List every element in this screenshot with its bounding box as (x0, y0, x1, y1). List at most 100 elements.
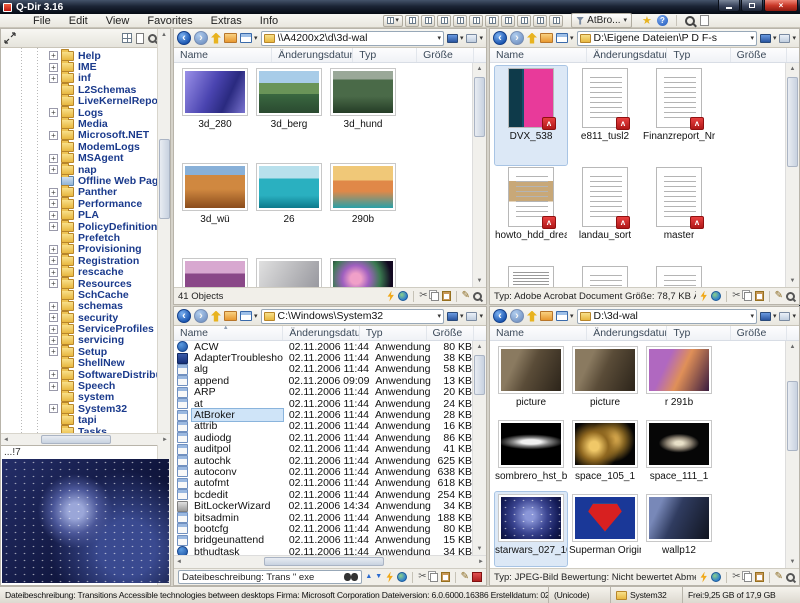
up-button[interactable] (211, 33, 221, 44)
tree-item[interactable]: +Performance (1, 198, 170, 209)
pencil-icon[interactable]: ✎ (775, 291, 783, 301)
flash-icon[interactable] (699, 291, 708, 302)
monitor-button[interactable]: ▾ (760, 34, 777, 43)
expander-icon[interactable]: + (49, 404, 58, 413)
expander-icon[interactable]: + (49, 279, 58, 288)
file-row[interactable]: audiodg02.11.2006 11:44Anwendung86 KB (174, 432, 472, 443)
expander-icon[interactable]: + (49, 154, 58, 163)
tree-item[interactable]: system (1, 392, 170, 403)
column-name[interactable]: Name (490, 48, 587, 62)
layout-button[interactable] (485, 15, 499, 27)
column-type[interactable]: Typ (667, 48, 730, 62)
layout-button[interactable] (437, 15, 451, 27)
tree-item[interactable]: +security (1, 312, 170, 323)
column-name[interactable]: Name (174, 48, 272, 62)
help-icon[interactable]: ? (657, 15, 668, 26)
quick-filter-dropdown[interactable]: AtBro...▾ (571, 13, 632, 28)
file-thumbnail[interactable]: 290b (327, 161, 399, 256)
views-button[interactable]: ▾ (240, 33, 258, 43)
folder-tools-button[interactable]: ▾ (779, 312, 796, 321)
address-box[interactable]: D:\3d-wal ▾ (577, 309, 757, 324)
flash-icon[interactable] (386, 291, 395, 302)
expander-icon[interactable]: + (49, 211, 58, 220)
file-thumbnail[interactable]: wharton_1024_768... (495, 566, 567, 568)
tree-item[interactable]: +PolicyDefinitions (1, 221, 170, 232)
up-button[interactable] (211, 311, 221, 322)
zoom-icon[interactable] (786, 292, 795, 301)
expander-icon[interactable]: + (49, 347, 58, 356)
tree-item[interactable]: +Resources (1, 278, 170, 289)
tree-item[interactable]: tapi (1, 415, 170, 426)
monitor-button[interactable]: ▾ (447, 312, 464, 321)
pane3-scrollbar[interactable]: ▲ ▼ (472, 341, 486, 555)
file-row[interactable]: ARP02.11.2006 11:44Anwendung20 KB (174, 387, 472, 398)
favorites-star-icon[interactable]: ★ (642, 16, 652, 26)
layout-button[interactable] (517, 15, 531, 27)
layout-button[interactable] (501, 15, 515, 27)
tree-item[interactable]: +MSAgent (1, 153, 170, 164)
favorites-folder-icon[interactable] (540, 33, 553, 43)
expander-icon[interactable]: + (49, 256, 58, 265)
file-thumbnail[interactable]: 3d_wü (179, 161, 251, 256)
address-dropdown-icon[interactable]: ▾ (750, 313, 754, 320)
layout-button[interactable] (421, 15, 435, 27)
pdf-thumbnail[interactable]: ʌopensource_und_li... (569, 264, 641, 287)
copy-icon[interactable] (744, 573, 752, 582)
search-binoculars-icon[interactable] (344, 573, 358, 582)
cut-icon[interactable]: ✂ (732, 572, 740, 582)
expander-icon[interactable]: + (49, 245, 58, 254)
favorites-folder-icon[interactable] (540, 311, 553, 321)
expander-icon[interactable]: + (49, 131, 58, 140)
file-row[interactable]: auditpol02.11.2006 11:44Anwendung41 KB (174, 444, 472, 455)
layout-button[interactable] (533, 15, 547, 27)
expander-icon[interactable]: + (49, 302, 58, 311)
file-thumbnail[interactable]: wallp12 (643, 492, 715, 566)
pane3-horizontal-scrollbar[interactable]: ◄ ► (174, 555, 486, 568)
expander-icon[interactable]: + (49, 51, 58, 60)
expander-icon[interactable]: + (49, 199, 58, 208)
tree-item[interactable]: +Setup (1, 346, 170, 357)
menu-file[interactable]: File (24, 15, 60, 27)
pencil-icon[interactable]: ✎ (462, 291, 470, 301)
column-date[interactable]: Änderungsdatum (587, 326, 667, 340)
file-thumbnail[interactable]: picture (569, 344, 641, 418)
address-dropdown-icon[interactable]: ▾ (437, 35, 441, 42)
new-window-icon[interactable] (700, 15, 709, 26)
cut-icon[interactable]: ✂ (418, 572, 426, 582)
tree-item[interactable]: +servicing (1, 335, 170, 346)
address-dropdown-icon[interactable]: ▾ (750, 35, 754, 42)
layout-button[interactable] (549, 15, 563, 27)
minimize-button[interactable] (718, 0, 740, 12)
globe-icon[interactable] (397, 572, 407, 582)
tree-item[interactable]: ModemLogs (1, 141, 170, 152)
menu-edit[interactable]: Edit (60, 15, 97, 27)
flash-icon[interactable] (385, 572, 394, 583)
expander-icon[interactable]: + (49, 370, 58, 379)
file-row[interactable]: bridgeunattend02.11.2006 11:44Anwendung1… (174, 535, 472, 546)
address-box[interactable]: \\A4200x2\d\3d-wal ▾ (261, 31, 444, 46)
expander-icon[interactable]: + (49, 63, 58, 72)
pane1-scrollbar[interactable]: ▲ ▼ (472, 63, 486, 287)
back-button[interactable]: ‹ (493, 31, 507, 45)
tree-search-icon[interactable] (148, 34, 157, 43)
expander-icon[interactable]: + (49, 313, 58, 322)
file-row[interactable]: ACW02.11.2006 11:44Anwendung80 KB (174, 341, 472, 352)
tree-item[interactable]: Media (1, 118, 170, 129)
file-thumbnail[interactable] (327, 256, 399, 287)
folder-tools-button[interactable]: ▾ (779, 34, 796, 43)
column-size[interactable]: Größe (427, 326, 475, 340)
zoom-icon[interactable] (786, 573, 795, 582)
file-thumbnail[interactable]: starwars_027_1024 (495, 492, 567, 566)
pdf-thumbnail[interactable]: ʌMVV2_000011a3 (495, 264, 567, 287)
tree-item[interactable]: Tasks (1, 426, 170, 433)
file-thumbnail[interactable]: arc_of_a_diver (253, 256, 325, 287)
tree-item[interactable]: +System32 (1, 403, 170, 414)
file-thumbnail[interactable]: XP_203 (643, 566, 715, 568)
menu-view[interactable]: View (97, 15, 139, 27)
expander-icon[interactable]: + (49, 336, 58, 345)
tree-item[interactable]: Offline Web Pages (1, 175, 170, 186)
tree-horizontal-scrollbar[interactable]: ◄ ► (1, 433, 170, 445)
views-button[interactable]: ▾ (240, 311, 258, 321)
monitor-button[interactable]: ▾ (760, 312, 777, 321)
expander-icon[interactable]: + (49, 188, 58, 197)
